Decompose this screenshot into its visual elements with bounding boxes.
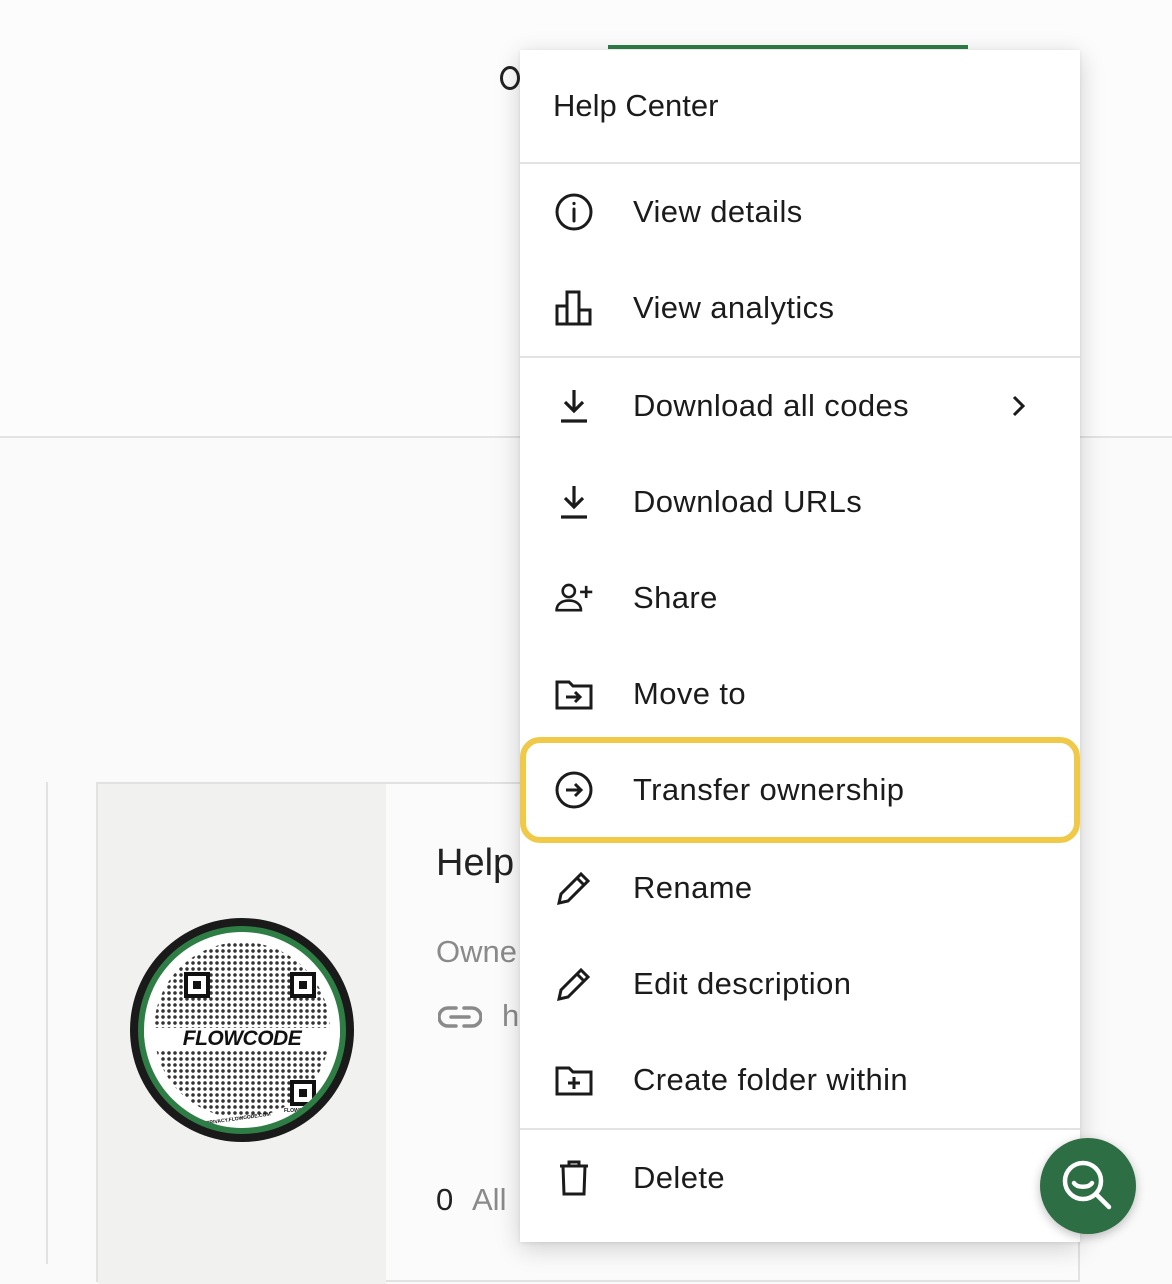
menu-item-label: Download URLs bbox=[633, 484, 863, 519]
menu-item-rename[interactable]: Rename bbox=[520, 840, 1080, 936]
search-icon bbox=[1062, 1160, 1112, 1210]
folder-card-owner: Owne bbox=[436, 934, 517, 969]
menu-item-label: Delete bbox=[633, 1160, 726, 1195]
download-icon bbox=[554, 386, 594, 426]
menu-item-download-all-codes[interactable]: Download all codes bbox=[520, 358, 1080, 454]
menu-item-label: Transfer ownership bbox=[633, 772, 905, 807]
menu-item-delete[interactable]: Delete bbox=[520, 1130, 1080, 1226]
menu-item-label: Share bbox=[633, 580, 718, 615]
menu-item-label: View details bbox=[633, 194, 803, 229]
bar-chart-icon bbox=[554, 288, 594, 328]
folder-card-count: 0 bbox=[436, 1182, 454, 1217]
menu-item-download-urls[interactable]: Download URLs bbox=[520, 454, 1080, 550]
folder-card-count-label: All bbox=[472, 1182, 507, 1217]
menu-item-help-center[interactable]: Help Center bbox=[520, 50, 1080, 162]
pencil-icon bbox=[554, 964, 594, 1004]
header-icon-partial bbox=[500, 66, 520, 90]
arrow-circle-right-icon bbox=[554, 770, 594, 810]
info-icon bbox=[554, 192, 594, 232]
menu-item-label: Move to bbox=[633, 676, 747, 711]
help-search-button[interactable] bbox=[1040, 1138, 1136, 1234]
menu-item-label: View analytics bbox=[633, 290, 835, 325]
active-tab-indicator bbox=[608, 45, 968, 49]
folder-card-link[interactable]: h bbox=[502, 998, 519, 1034]
folder-card-title: Help bbox=[436, 842, 515, 884]
folder-add-icon bbox=[554, 1060, 594, 1100]
menu-item-view-details[interactable]: View details bbox=[520, 164, 1080, 260]
menu-item-label: Download all codes bbox=[633, 388, 910, 423]
pencil-icon bbox=[554, 868, 594, 908]
menu-item-create-folder-within[interactable]: Create folder within bbox=[520, 1032, 1080, 1128]
folder-card-thumbnail: FLOWCODE FLOWCODE PRIVACY.FLOWCODE.COM bbox=[98, 784, 386, 1284]
qr-corner-text: FLOWCODE bbox=[284, 1108, 314, 1114]
menu-item-move-to[interactable]: Move to bbox=[520, 646, 1080, 742]
context-menu: Help Center View details View analytics … bbox=[520, 50, 1080, 1242]
qr-brand-text: FLOWCODE bbox=[144, 1028, 340, 1050]
trash-icon bbox=[554, 1158, 594, 1198]
flowcode-qr-image: FLOWCODE FLOWCODE PRIVACY.FLOWCODE.COM bbox=[130, 918, 354, 1142]
menu-item-label: Edit description bbox=[633, 966, 852, 1001]
person-add-icon bbox=[554, 578, 594, 618]
chevron-right-icon bbox=[1004, 392, 1032, 420]
menu-item-share[interactable]: Share bbox=[520, 550, 1080, 646]
menu-item-label: Create folder within bbox=[633, 1062, 909, 1097]
folder-move-icon bbox=[554, 674, 594, 714]
menu-item-label: Rename bbox=[633, 870, 753, 905]
link-icon bbox=[437, 1002, 483, 1037]
menu-item-transfer-ownership[interactable]: Transfer ownership bbox=[520, 742, 1080, 838]
menu-item-view-analytics[interactable]: View analytics bbox=[520, 260, 1080, 356]
folder-card-previous[interactable] bbox=[0, 782, 48, 1264]
download-icon bbox=[554, 482, 594, 522]
menu-item-edit-description[interactable]: Edit description bbox=[520, 936, 1080, 1032]
